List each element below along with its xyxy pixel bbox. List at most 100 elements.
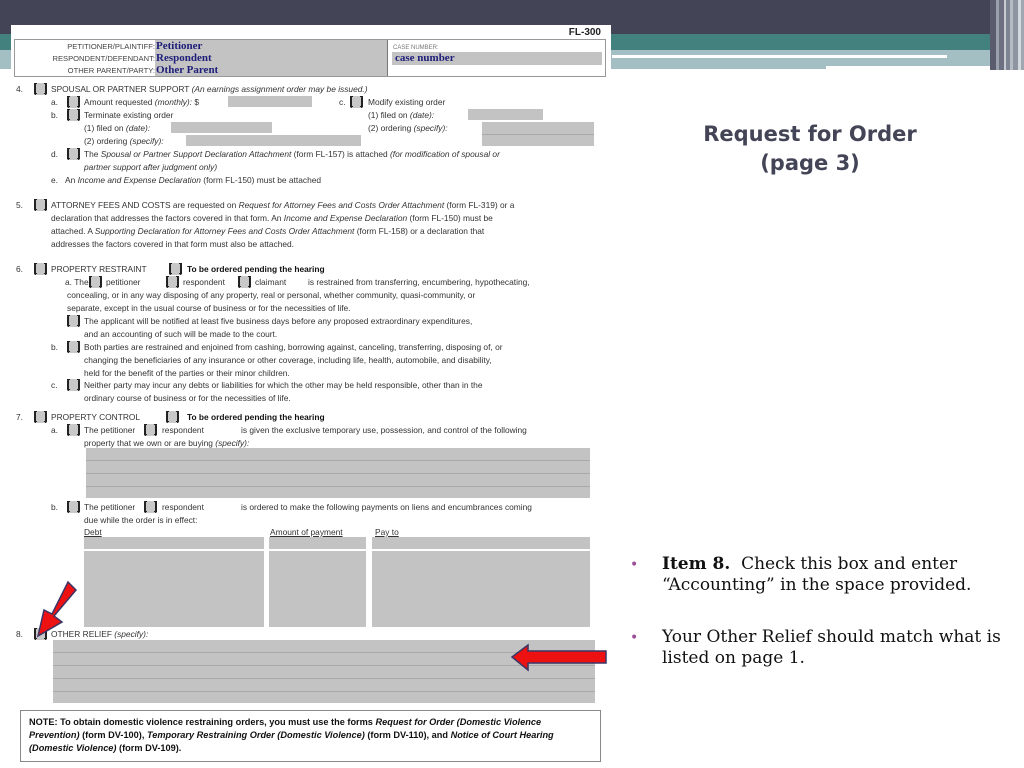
slide-title: Request for Order (page 3) <box>660 120 960 178</box>
item4d-italic1: Spousal or Partner Support Declaration A… <box>100 149 292 159</box>
payto-input-rows[interactable] <box>372 551 590 627</box>
bullet-other-relief-text: Your Other Relief should match what is l… <box>662 627 1001 668</box>
slide-header-rule-cut <box>826 66 996 70</box>
item7b-respondent-label: respondent <box>162 502 204 512</box>
item4e-text2: (form FL-150) must be attached <box>203 175 322 185</box>
item6a-line3: separate, except in the usual course of … <box>67 303 351 313</box>
item4a-label: Amount requested (monthly): $ <box>84 96 199 109</box>
item4b-letter: b. <box>51 110 58 120</box>
item5-line1a: ATTORNEY FEES AND COSTS are requested on <box>51 200 237 210</box>
item6a-petitioner-checkbox[interactable] <box>89 276 102 288</box>
item7-pending-checkbox[interactable] <box>166 411 179 423</box>
item5-line1: ATTORNEY FEES AND COSTS are requested on… <box>51 199 514 212</box>
item4a-text: Amount requested <box>84 97 153 107</box>
item7-pending-label: To be ordered pending the hearing <box>187 412 325 422</box>
item6-pending-checkbox[interactable] <box>169 263 182 275</box>
respondent-value[interactable]: Respondent <box>156 52 212 64</box>
item7-title: PROPERTY CONTROL <box>51 412 141 422</box>
red-arrow-down-left-icon <box>36 580 78 638</box>
other-party-value[interactable]: Other Parent <box>156 64 218 76</box>
item6a-petitioner-label: petitioner <box>106 277 141 287</box>
item6a-line1: is restrained from transferring, encumbe… <box>308 277 530 287</box>
item6c-line1: Neither party may incur any debts or lia… <box>84 380 483 390</box>
item5-line1b: (form FL-319) or a <box>446 200 515 210</box>
item7-checkbox[interactable] <box>34 411 47 423</box>
item6c-checkbox[interactable] <box>67 379 80 391</box>
red-arrow-left-icon <box>510 643 607 672</box>
item5-line2a: declaration that addresses the factors c… <box>51 213 282 223</box>
item6a-respondent-checkbox[interactable] <box>166 276 179 288</box>
caption-parties: PETITIONER/PLAINTIFF: Petitioner RESPOND… <box>15 40 388 76</box>
item4a-amount-input[interactable] <box>228 96 312 107</box>
item4c1-text: (1) filed on <box>368 110 408 120</box>
item6a-sub2: and an accounting of such will be made t… <box>84 329 278 339</box>
item4d-line1: The Spousal or Partner Support Declarati… <box>84 148 500 161</box>
item7-number: 7. <box>16 412 23 422</box>
amount-input-row1[interactable] <box>269 537 366 549</box>
item4c-checkbox[interactable] <box>350 96 363 108</box>
item4b-checkbox[interactable] <box>67 109 80 121</box>
item4b-label: Terminate existing order <box>84 110 174 120</box>
item6a-notify-checkbox[interactable] <box>67 315 80 327</box>
item7a-line2-text: property that we own or are buying <box>84 438 213 448</box>
bullet-dot-icon: • <box>630 630 639 646</box>
item8-number: 8. <box>16 629 23 639</box>
item7a-property-input[interactable] <box>86 448 590 498</box>
item6-title: PROPERTY RESTRAINT <box>51 264 147 274</box>
item4-checkbox[interactable] <box>34 83 47 95</box>
item5-number: 5. <box>16 200 23 210</box>
item5-line3a: attached. A <box>51 226 93 236</box>
item4c2-label: (2) ordering (specify): <box>368 122 448 135</box>
item6a-letter: a. The <box>65 276 89 289</box>
debt-input-rows[interactable] <box>84 551 264 627</box>
item6a-claimant-checkbox[interactable] <box>238 276 251 288</box>
item4c2-italic: (specify): <box>413 123 448 133</box>
item6a-the: The <box>74 277 89 287</box>
item6b-line3: held for the benefit of the parties or t… <box>84 368 290 378</box>
item4b1-date-input[interactable] <box>171 122 272 133</box>
item6a-respondent-label: respondent <box>183 277 225 287</box>
petitioner-label: PETITIONER/PLAINTIFF: <box>67 42 155 51</box>
item5-line4: addresses the factors covered in that fo… <box>51 239 295 249</box>
note-text-2: (form DV-100), <box>79 730 147 740</box>
item7b-respondent-checkbox[interactable] <box>144 501 157 513</box>
note-text-1: NOTE: To obtain domestic violence restra… <box>29 717 376 727</box>
item7a-respondent-checkbox[interactable] <box>144 424 157 436</box>
slide-decorative-stripes <box>990 0 1024 70</box>
item6a-line2: concealing, or in any way disposing of a… <box>67 290 476 300</box>
item7a-petitioner-label: The petitioner <box>84 425 136 435</box>
item4e-text1: An <box>65 175 76 185</box>
item4a-italic: (monthly): <box>154 97 193 107</box>
item4c2-ordering-input[interactable] <box>482 122 594 146</box>
item5-checkbox[interactable] <box>34 199 47 211</box>
item4d-text2: (form FL-157) is attached <box>293 149 388 159</box>
item7b-line2: due while the order is in effect: <box>84 515 198 525</box>
amount-input-rows[interactable] <box>269 551 366 627</box>
item6a-letter-text: a. <box>65 277 72 287</box>
item5-line2: declaration that addresses the factors c… <box>51 212 493 225</box>
item4b2-ordering-input[interactable] <box>186 135 361 146</box>
form-id: FL-300 <box>568 27 601 38</box>
item7a-line1: is given the exclusive temporary use, po… <box>241 425 527 435</box>
item4e-text: An Income and Expense Declaration (form … <box>65 174 321 187</box>
item6b-line1: Both parties are restrained and enjoined… <box>84 342 503 352</box>
item4d-checkbox[interactable] <box>67 148 80 160</box>
item6-checkbox[interactable] <box>34 263 47 275</box>
respondent-label: RESPONDENT/DEFENDANT: <box>52 54 155 63</box>
debt-input-row1[interactable] <box>84 537 264 549</box>
petitioner-value[interactable]: Petitioner <box>156 40 202 52</box>
slide-header-rule <box>612 55 947 58</box>
item4-title-text: SPOUSAL OR PARTNER SUPPORT <box>51 84 190 94</box>
item7a-petitioner-checkbox[interactable] <box>67 424 80 436</box>
payto-input-row1[interactable] <box>372 537 590 549</box>
item6b-checkbox[interactable] <box>67 341 80 353</box>
item4c1-italic: (date): <box>409 110 435 120</box>
item5-line2b: (form FL-150) must be <box>409 213 493 223</box>
item7b-petitioner-checkbox[interactable] <box>67 501 80 513</box>
item4d-text1: The <box>84 149 99 159</box>
bullet-dot-icon: • <box>630 557 639 573</box>
item4a-checkbox[interactable] <box>67 96 80 108</box>
case-number-value[interactable]: case number <box>395 52 455 65</box>
bullet-item8-text: Item 8. Check this box and enter “Accoun… <box>662 554 1002 596</box>
item4c1-date-input[interactable] <box>468 109 543 120</box>
